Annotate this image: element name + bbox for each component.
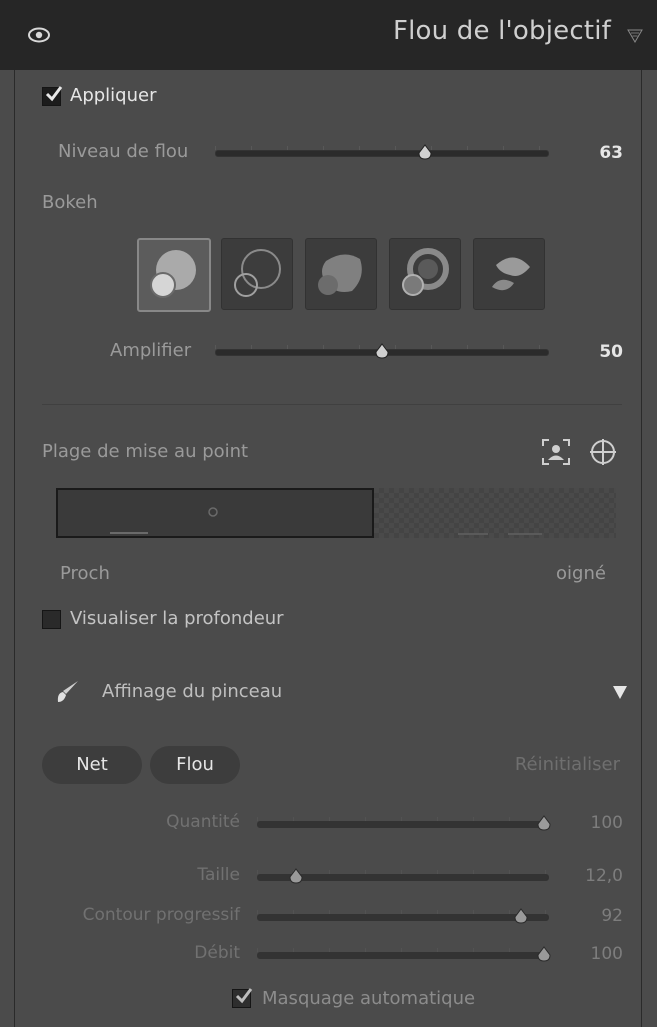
amplify-value[interactable]: 50 bbox=[573, 342, 623, 362]
bokeh-leaf-icon[interactable] bbox=[473, 238, 545, 310]
bokeh-blob-icon[interactable] bbox=[305, 238, 377, 310]
subject-focus-icon[interactable] bbox=[541, 438, 571, 466]
slider-thumb[interactable] bbox=[374, 343, 390, 359]
auto-mask-label: Masquage automatique bbox=[262, 988, 476, 1009]
focus-range-far-area bbox=[374, 488, 616, 538]
brush-slider[interactable] bbox=[257, 944, 552, 964]
apply-label: Appliquer bbox=[70, 85, 157, 106]
blur-level-label: Niveau de flou bbox=[58, 141, 189, 162]
brush-icon bbox=[57, 681, 78, 702]
triangle-down-icon[interactable] bbox=[627, 29, 643, 43]
panel-title: Flou de l'objectif bbox=[392, 16, 611, 46]
visualize-depth-checkbox[interactable] bbox=[42, 610, 61, 629]
amplify-slider[interactable] bbox=[215, 341, 549, 361]
slider-thumb[interactable] bbox=[417, 144, 433, 160]
depth-bar bbox=[458, 533, 488, 535]
panel-header[interactable]: Flou de l'objectif bbox=[0, 0, 657, 70]
brush-slider-label: Contour progressif bbox=[82, 905, 240, 925]
brush-slider-value[interactable]: 100 bbox=[573, 944, 623, 964]
checkmark-icon bbox=[235, 988, 253, 1004]
panel-right-border bbox=[641, 70, 642, 1027]
brush-slider-label: Débit bbox=[194, 943, 240, 963]
panel-left-border bbox=[14, 70, 15, 1027]
net-button[interactable]: Net bbox=[42, 746, 142, 784]
slider-thumb[interactable] bbox=[513, 908, 529, 924]
brush-slider-value[interactable]: 12,0 bbox=[573, 866, 623, 886]
brush-slider-value[interactable]: 100 bbox=[573, 813, 623, 833]
blur-level-value[interactable]: 63 bbox=[573, 143, 623, 163]
apply-checkbox[interactable] bbox=[42, 86, 63, 106]
eye-icon[interactable] bbox=[28, 27, 50, 43]
brush-slider-label: Taille bbox=[197, 865, 240, 885]
bokeh-circle-icon[interactable] bbox=[137, 238, 211, 312]
amplify-label: Amplifier bbox=[110, 340, 192, 361]
brush-slider-label: Quantité bbox=[166, 812, 240, 832]
depth-bar bbox=[110, 532, 148, 534]
far-label: oigné bbox=[556, 563, 606, 584]
blur-level-slider[interactable] bbox=[215, 142, 549, 162]
triangle-down-icon[interactable] bbox=[612, 684, 628, 700]
brush-slider-value[interactable]: 92 bbox=[573, 906, 623, 926]
focus-point-icon[interactable] bbox=[207, 506, 219, 518]
section-divider bbox=[42, 404, 622, 405]
crosshair-target-icon[interactable] bbox=[589, 438, 617, 466]
slider-thumb[interactable] bbox=[536, 815, 552, 831]
brush-slider[interactable] bbox=[257, 813, 552, 833]
lens-blur-panel: Flou de l'objectif Appliquer Niveau de f… bbox=[0, 0, 657, 1027]
focus-range-selector[interactable] bbox=[56, 488, 616, 538]
brush-slider[interactable] bbox=[257, 906, 549, 926]
visualize-depth-label: Visualiser la profondeur bbox=[70, 608, 284, 629]
reset-button[interactable]: Réinitialiser bbox=[470, 754, 620, 775]
depth-bar bbox=[508, 533, 542, 535]
auto-mask-checkbox[interactable] bbox=[232, 988, 253, 1008]
near-label: Proch bbox=[60, 563, 110, 584]
focus-range-label: Plage de mise au point bbox=[42, 441, 249, 462]
brush-slider[interactable] bbox=[257, 866, 549, 886]
flou-button[interactable]: Flou bbox=[150, 746, 240, 784]
slider-thumb[interactable] bbox=[536, 946, 552, 962]
checkmark-icon bbox=[45, 86, 63, 102]
brush-refine-title[interactable]: Affinage du pinceau bbox=[102, 681, 282, 702]
slider-thumb[interactable] bbox=[288, 868, 304, 884]
bokeh-label: Bokeh bbox=[42, 192, 98, 213]
bokeh-ring-icon[interactable] bbox=[389, 238, 461, 310]
bokeh-rings-icon[interactable] bbox=[221, 238, 293, 310]
